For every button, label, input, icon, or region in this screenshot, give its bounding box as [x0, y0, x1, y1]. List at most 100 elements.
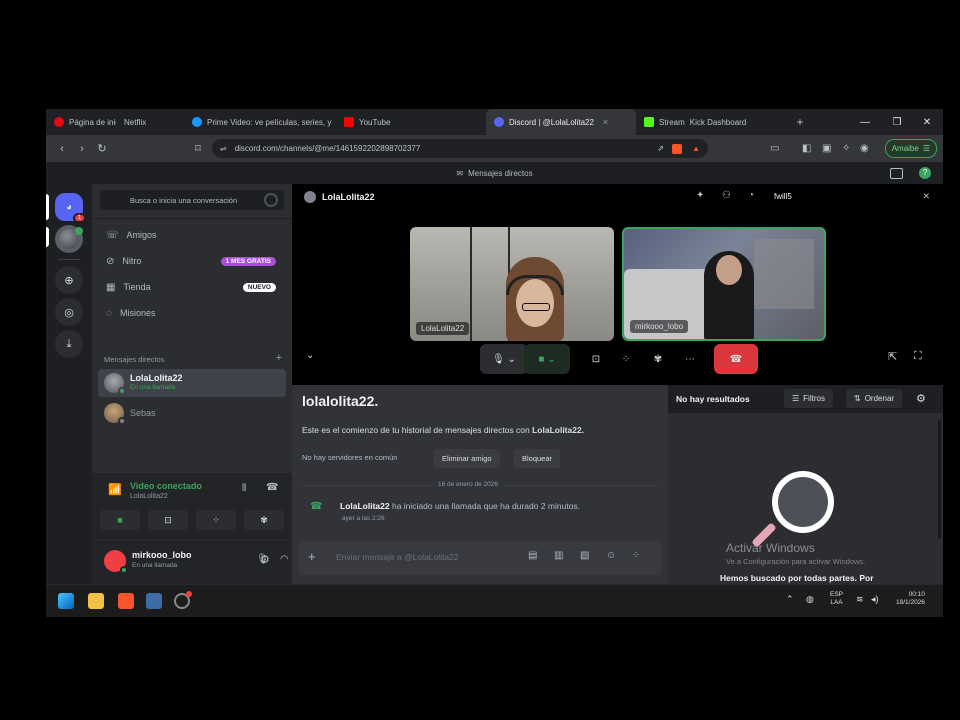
add-server-button[interactable]: ⊕ [55, 266, 83, 294]
activities-button[interactable]: ⁘ [196, 510, 236, 530]
fullscreen-icon[interactable]: ⛶ [914, 350, 922, 363]
language-indicator[interactable]: ESP LAA [830, 591, 843, 607]
app-icon[interactable] [146, 593, 162, 609]
forward-button[interactable]: › [72, 143, 92, 155]
new-tab-button[interactable]: + [786, 109, 814, 135]
discord-title-bar: ✉ Mensajes directos ? [46, 162, 943, 184]
wallet-icon[interactable]: ▣ [822, 143, 831, 154]
help-icon[interactable]: ? [919, 167, 931, 179]
pin-icon[interactable]: ✦ [696, 190, 704, 201]
vpn-icon[interactable]: ◉ [860, 143, 869, 154]
user-settings-gear-icon[interactable]: ⚙ [260, 553, 270, 566]
gif-icon[interactable]: ▥ [554, 550, 563, 561]
cast-icon[interactable]: ▭ [770, 143, 779, 154]
file-explorer-icon[interactable] [88, 593, 104, 609]
reload-button[interactable]: ↻ [92, 142, 112, 155]
sidebar-item-nitro[interactable]: ⊘ Nitro 1 MES GRATIS [100, 250, 284, 272]
apps-icon[interactable]: ⁘ [632, 550, 640, 561]
volume-icon[interactable]: ◂) [871, 594, 879, 605]
popout-icon[interactable]: ⇱ [888, 350, 897, 363]
close-window-button[interactable]: ✕ [912, 109, 942, 135]
remove-friend-button[interactable]: Eliminar amigo [434, 449, 500, 468]
sidebar-item-quests[interactable]: ◌ Misiones [100, 302, 284, 324]
wifi-icon[interactable]: ≋ [856, 594, 864, 605]
profile-button[interactable]: Amaibe ☰ [884, 139, 937, 158]
video-tile-mirkooo-lobo[interactable]: mirkooo_lobo [622, 227, 826, 341]
microphone-button[interactable]: 🎙 ⌄ [480, 344, 528, 374]
emoji-icon[interactable]: ☺ [606, 550, 616, 561]
screen-icon: ⊡ [164, 514, 172, 525]
tab-home[interactable]: Página de inicio [46, 109, 116, 135]
sticker-icon[interactable]: ▧ [580, 550, 589, 561]
clock[interactable]: 00:10 18/1/2026 [896, 591, 925, 608]
dm-item-lolalolita22[interactable]: LolaLolita22 En una llamada [98, 369, 286, 397]
screenshare-button[interactable]: ⊡ [148, 510, 188, 530]
brave-rewards-icon[interactable]: ▲ [692, 144, 700, 153]
restore-button[interactable]: ❐ [882, 109, 912, 135]
message-user: LolaLolita22 [340, 501, 390, 511]
find-conversation-input[interactable]: Busca o inicia una conversación [100, 190, 284, 210]
participant-label: LolaLolita22 [416, 322, 470, 335]
chat-title: lolalolita22. [302, 393, 379, 409]
message-input[interactable]: + Enviar mensaje a @LolaLolita22 ▤ ▥ ▧ ☺… [298, 541, 662, 575]
download-apps-button[interactable]: ⤓ [55, 330, 83, 358]
sidebar-item-store[interactable]: ▦ Tienda NUEVO [100, 276, 284, 298]
share-icon[interactable]: ⇗ [657, 144, 664, 153]
gift-icon[interactable]: ▤ [528, 550, 537, 561]
soundboard-button[interactable]: ✾ [244, 510, 284, 530]
activities-button[interactable]: ⁘ [614, 344, 638, 374]
tab-youtube[interactable]: YouTube [336, 109, 486, 135]
tab-kick[interactable]: Stream Kick Dashboard [636, 109, 786, 135]
prime-video-icon [192, 117, 202, 127]
scrollbar[interactable] [938, 419, 941, 539]
discord-home-button[interactable]: ◕ 1 [55, 193, 86, 223]
extensions-icon[interactable]: ✧ [842, 143, 850, 154]
soundboard-button[interactable]: ✾ [646, 344, 670, 374]
profile-icon[interactable]: ◔ [748, 190, 754, 201]
username: mirkooo_lobo [132, 550, 192, 560]
more-button[interactable]: ⋯ [678, 344, 702, 374]
video-tile-lolalolita22[interactable]: LolaLolita22 [410, 227, 614, 341]
camera-toggle-button[interactable]: ■ ⌄ [524, 344, 570, 374]
status-dot [118, 387, 126, 395]
bookmark-button[interactable]: ⌑ [188, 142, 208, 155]
tray-app-icon[interactable]: ◍ [806, 594, 814, 605]
noise-suppression-icon[interactable]: ⫴ [242, 483, 246, 494]
server-icon-avatar[interactable] [55, 225, 83, 253]
user-avatar[interactable] [104, 550, 128, 574]
explore-button[interactable]: ◎ [55, 298, 83, 326]
tray-chevron-up-icon[interactable]: ⌃ [786, 594, 794, 605]
chevron-down-icon[interactable]: ⌄ [306, 350, 314, 361]
add-friends-icon[interactable]: ⚇ [722, 190, 731, 201]
tab-prime-video[interactable]: Prime Video: ve películas, series, y × [184, 109, 336, 135]
clear-search-icon[interactable]: ✕ [922, 191, 930, 202]
camera-button[interactable]: ■ [100, 510, 140, 530]
close-icon[interactable]: × [603, 117, 608, 127]
end-call-button[interactable]: ☎ [714, 344, 758, 374]
screenshare-button[interactable]: ⊡ [584, 344, 608, 374]
filters-button[interactable]: ☰ Filtros [784, 389, 833, 408]
dm-item-sebas[interactable]: Sebas [98, 399, 286, 427]
block-button[interactable]: Bloquear [514, 449, 561, 468]
brave-browser-icon[interactable] [118, 593, 134, 609]
start-button-windows-icon[interactable] [58, 593, 74, 609]
plus-icon: + [796, 115, 804, 129]
attach-plus-icon[interactable]: + [308, 549, 316, 564]
sidebar-item-friends[interactable]: ☏ Amigos [100, 224, 284, 246]
url-field[interactable]: ⇌ discord.com/channels/@me/1461592202898… [212, 139, 708, 158]
brave-shield-icon[interactable] [672, 143, 682, 154]
back-button[interactable]: ‹ [52, 143, 72, 155]
sidebar-toggle-icon[interactable]: ◧ [802, 143, 811, 154]
search-input[interactable]: fwill5 ✕ [768, 187, 938, 206]
headphones-icon[interactable]: ◠ [280, 554, 289, 565]
new-dm-plus-icon[interactable]: + [276, 352, 282, 364]
tab-netflix[interactable]: Netflix [116, 109, 184, 135]
obs-icon[interactable] [174, 591, 192, 609]
settings-gear-icon[interactable]: ⚙ [916, 392, 926, 405]
sort-button[interactable]: ⇅ Ordenar [846, 389, 903, 408]
disconnect-icon[interactable]: ☎ [266, 482, 278, 493]
minimize-button[interactable]: — [850, 109, 880, 135]
tab-discord[interactable]: Discord | @LolaLolita22 × [486, 109, 636, 135]
inbox-icon[interactable] [890, 167, 903, 179]
lang-top: ESP [830, 591, 844, 598]
